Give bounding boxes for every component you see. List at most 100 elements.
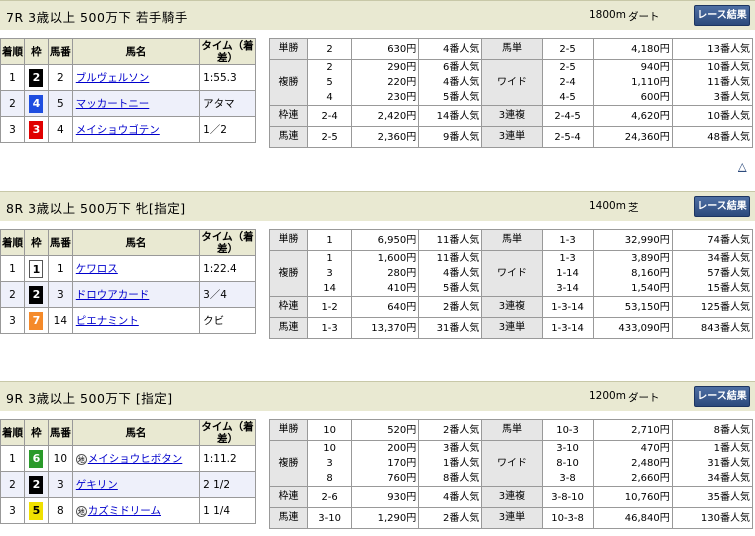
- payout-row: 複勝 10 3 8 200円 170円 760円 3番人気 1番人気 8番人気 ワイド 3-10 8-1…: [268, 440, 754, 487]
- value-line: 3,890円: [631, 253, 670, 264]
- value-line: 31番人気: [707, 458, 750, 469]
- value-line: 2-4: [321, 110, 338, 122]
- popularity: 14番人気: [418, 105, 483, 127]
- combination: 2-6: [307, 486, 353, 508]
- value-line: 230円: [387, 92, 417, 103]
- bet-type-label: 枠連: [268, 296, 309, 318]
- waku-badge: 6: [29, 449, 44, 468]
- popularity: 9番人気: [418, 126, 483, 148]
- result-row: 2 2 3 ゲキリン 2 1/2: [0, 471, 256, 498]
- payout-amount: 6,950円: [351, 229, 420, 251]
- value-line: 46,840円: [624, 512, 670, 524]
- combination: 1-3: [541, 229, 594, 251]
- bet-type-label: 枠連: [268, 105, 309, 127]
- value-line: 5番人気: [443, 283, 480, 294]
- finish-position: 1: [0, 255, 25, 282]
- value-line: 31番人気: [436, 322, 480, 334]
- horse-name-link[interactable]: ブルヴェルソン: [76, 72, 150, 84]
- payout-table: 単勝 10 520円 2番人気 馬単 10-3 2,710円 8番人気 複勝 10 3 8 200円 17…: [268, 419, 754, 529]
- horse-name-cell: ドロウアカード: [71, 281, 201, 308]
- value-line: 8,160円: [631, 268, 670, 279]
- value-line: 1: [326, 253, 333, 264]
- value-line: 3: [326, 458, 333, 469]
- value-line: 4-5: [559, 92, 576, 103]
- value-line: 4,620円: [631, 110, 670, 122]
- col-num: 馬番: [47, 229, 73, 256]
- results-header-row: 着順 枠 馬番 馬名 タイム（着差）: [0, 229, 256, 256]
- value-line: 1-3: [559, 253, 576, 264]
- waku-cell: 2: [23, 281, 49, 308]
- value-line: 2-5: [559, 43, 576, 55]
- local-horse-icon: 地: [75, 505, 87, 517]
- horse-name-link[interactable]: ピエナミント: [76, 315, 139, 327]
- value-line: 125番人気: [700, 301, 750, 313]
- bet-type-label: 単勝: [268, 419, 309, 441]
- value-line: 4番人気: [443, 77, 480, 88]
- waku-cell: 4: [23, 90, 49, 117]
- finish-time: アタマ: [199, 90, 256, 117]
- waku-cell: 6: [23, 445, 49, 472]
- value-line: 1-3-14: [551, 322, 584, 334]
- value-line: 2-6: [321, 491, 338, 503]
- horse-name-link[interactable]: ドロウアカード: [76, 289, 150, 301]
- payout-amount: 930円: [351, 486, 420, 508]
- waku-badge: 7: [29, 311, 44, 330]
- horse-name-link[interactable]: ケワロス: [76, 263, 118, 275]
- race-surface: ダート: [628, 392, 660, 404]
- payout-amount: 640円: [351, 296, 420, 318]
- finish-position: 3: [0, 307, 25, 334]
- value-line: 130番人気: [700, 512, 750, 524]
- waku-badge: 3: [29, 120, 44, 139]
- value-line: 32,990円: [624, 234, 670, 246]
- value-line: 2,660円: [631, 473, 670, 484]
- value-line: 4番人気: [443, 491, 480, 503]
- horse-number: 4: [47, 116, 73, 143]
- page-top-arrow-icon[interactable]: △: [738, 160, 746, 173]
- waku-cell: 1: [23, 255, 49, 282]
- col-num: 馬番: [47, 419, 73, 446]
- value-line: 1-14: [556, 268, 579, 279]
- popularity: 35番人気: [671, 486, 754, 508]
- value-line: 24,360円: [624, 131, 670, 143]
- combination: 2-5-4: [541, 126, 594, 148]
- race-surface: 芝: [628, 202, 639, 214]
- combination: 1-3-14: [541, 317, 594, 339]
- finish-time: 1／2: [199, 116, 256, 143]
- race-header: 8R 3歳以上 500万下 牝[指定] 1400m 芝 レース結果: [0, 191, 755, 221]
- race-result-button[interactable]: レース結果: [694, 386, 750, 407]
- value-line: 1-3: [321, 322, 338, 334]
- value-line: 200円: [387, 443, 417, 454]
- race-distance: 1200m: [589, 390, 626, 402]
- race-result-button[interactable]: レース結果: [694, 196, 750, 217]
- horse-name-cell: ピエナミント: [71, 307, 201, 334]
- finish-position: 3: [0, 497, 25, 524]
- value-line: 2,420円: [377, 110, 417, 122]
- payout-row: 馬連 2-5 2,360円 9番人気 3連単 2-5-4 24,360円 48番人気: [268, 126, 754, 148]
- value-line: 3-8: [559, 473, 576, 484]
- value-line: 15番人気: [707, 283, 750, 294]
- payout-row: 単勝 1 6,950円 11番人気 馬単 1-3 32,990円 74番人気: [268, 229, 754, 251]
- col-waku: 枠: [23, 38, 49, 65]
- payout-amount: 630円: [351, 38, 420, 60]
- race-result-button[interactable]: レース結果: [694, 5, 750, 26]
- bet-type-label: ワイド: [481, 250, 543, 297]
- col-pos: 着順: [0, 229, 25, 256]
- bet-type-label: 3連単: [481, 317, 543, 339]
- payout-row: 単勝 10 520円 2番人気 馬単 10-3 2,710円 8番人気: [268, 419, 754, 441]
- horse-name-link[interactable]: カズミドリーム: [88, 505, 161, 517]
- horse-name-link[interactable]: メイショウゴテン: [76, 124, 160, 136]
- combination: 1-3-14: [541, 296, 594, 318]
- combination: 2 5 4: [307, 59, 353, 106]
- value-line: 1番人気: [443, 458, 480, 469]
- payout-amount: 1,600円 280円 410円: [351, 250, 420, 297]
- popularity: 34番人気 57番人気 15番人気: [671, 250, 754, 297]
- value-line: 34番人気: [707, 473, 750, 484]
- horse-name-link[interactable]: ゲキリン: [76, 479, 118, 491]
- popularity: 6番人気 4番人気 5番人気: [418, 59, 483, 106]
- horse-name-link[interactable]: メイショウヒボタン: [88, 453, 183, 465]
- col-name: 馬名: [71, 38, 201, 65]
- horse-name-link[interactable]: マッカートニー: [76, 98, 150, 110]
- payout-amount: 13,370円: [351, 317, 420, 339]
- payout-amount: 1,290円: [351, 507, 420, 529]
- value-line: 10番人気: [707, 110, 750, 122]
